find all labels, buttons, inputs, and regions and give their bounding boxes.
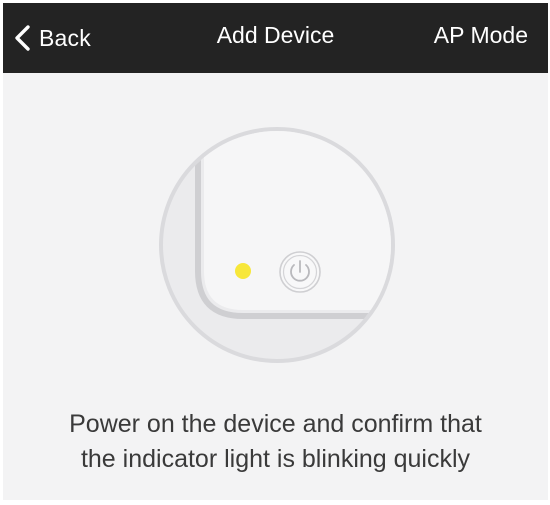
power-icon [279, 251, 321, 293]
instruction-line-1: Power on the device and confirm that [69, 410, 482, 438]
ap-mode-button[interactable]: AP Mode [434, 22, 528, 49]
back-label: Back [39, 24, 91, 51]
device-illustration [158, 126, 396, 364]
add-device-screen: Back Add Device AP Mode Power on the dev… [3, 3, 548, 500]
indicator-light [235, 263, 251, 279]
instruction-text: Power on the device and confirm that the… [3, 407, 548, 477]
chevron-left-icon [13, 24, 33, 52]
back-button[interactable]: Back [13, 20, 91, 56]
navigation-bar: Back Add Device AP Mode [3, 3, 548, 73]
instruction-line-2: the indicator light is blinking quickly [80, 445, 471, 473]
